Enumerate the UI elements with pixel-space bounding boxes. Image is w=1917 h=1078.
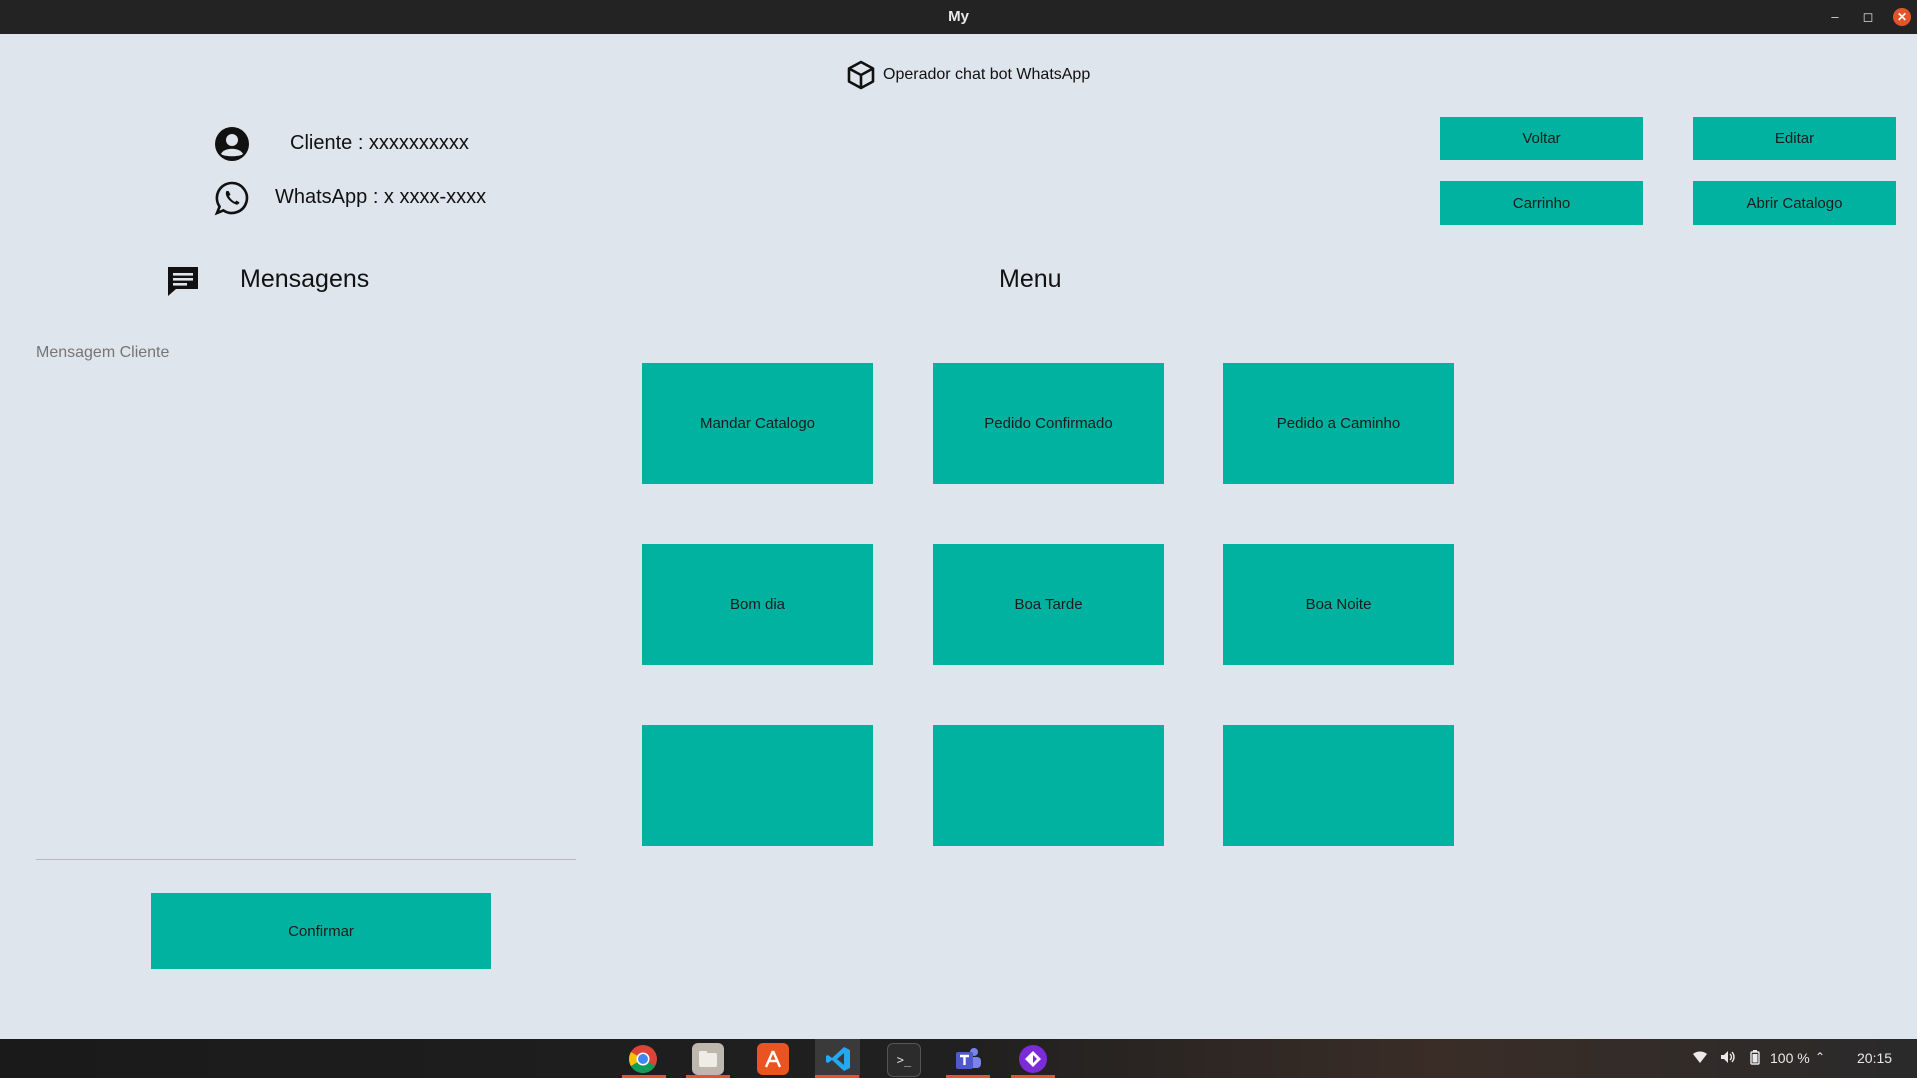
minimize-button[interactable]: – [1826,8,1844,26]
abrir-catalogo-button[interactable]: Abrir Catalogo [1693,181,1896,225]
software-center-icon[interactable] [757,1043,789,1075]
files-icon[interactable] [692,1043,724,1075]
user-icon [214,126,250,162]
vscode-icon[interactable] [822,1043,854,1075]
chrome-icon[interactable] [627,1043,659,1075]
chat-icon [164,262,202,300]
teams-icon[interactable] [952,1043,984,1075]
menu-button-mandar-catalogo[interactable]: Mandar Catalogo [642,363,873,484]
messages-heading: Mensagens [240,265,370,293]
menu-button-empty-3[interactable] [1223,725,1454,846]
tray-chevron-up-icon[interactable]: ⌃ [1815,1050,1825,1064]
battery-icon[interactable] [1750,1050,1760,1068]
maximize-button[interactable]: ◻ [1859,8,1877,26]
message-input[interactable] [36,344,576,860]
carrinho-button[interactable]: Carrinho [1440,181,1643,225]
window-title: My [948,8,969,25]
editar-button[interactable]: Editar [1693,117,1896,160]
menu-button-empty-1[interactable] [642,725,873,846]
battery-percentage: 100 % [1770,1050,1810,1066]
app-content: Operador chat bot WhatsApp Cliente : xxx… [0,34,1917,1039]
app-title: Operador chat bot WhatsApp [883,66,1091,83]
menu-button-boa-noite[interactable]: Boa Noite [1223,544,1454,665]
app-purple-icon[interactable] [1017,1043,1049,1075]
client-whatsapp: WhatsApp : x xxxx-xxxx [275,186,487,208]
menu-button-pedido-a-caminho[interactable]: Pedido a Caminho [1223,363,1454,484]
menu-button-pedido-confirmado[interactable]: Pedido Confirmado [933,363,1164,484]
terminal-icon[interactable]: >_ [887,1043,921,1077]
whatsapp-icon [214,180,250,216]
taskbar: >_ 100 % ⌃ 20:15 [0,1039,1917,1078]
clock[interactable]: 20:15 [1857,1050,1892,1066]
client-name: Cliente : xxxxxxxxxx [290,132,469,154]
menu-heading: Menu [999,265,1062,293]
wifi-icon[interactable] [1692,1050,1708,1067]
menu-button-boa-tarde[interactable]: Boa Tarde [933,544,1164,665]
menu-button-bom-dia[interactable]: Bom dia [642,544,873,665]
voltar-button[interactable]: Voltar [1440,117,1643,160]
menu-button-empty-2[interactable] [933,725,1164,846]
close-button[interactable]: ✕ [1893,8,1911,26]
volume-icon[interactable] [1720,1050,1736,1067]
app-header: Operador chat bot WhatsApp [845,59,1090,91]
window-titlebar: My – ◻ ✕ [0,0,1917,34]
confirm-button[interactable]: Confirmar [151,893,491,969]
cube-icon [845,59,877,91]
